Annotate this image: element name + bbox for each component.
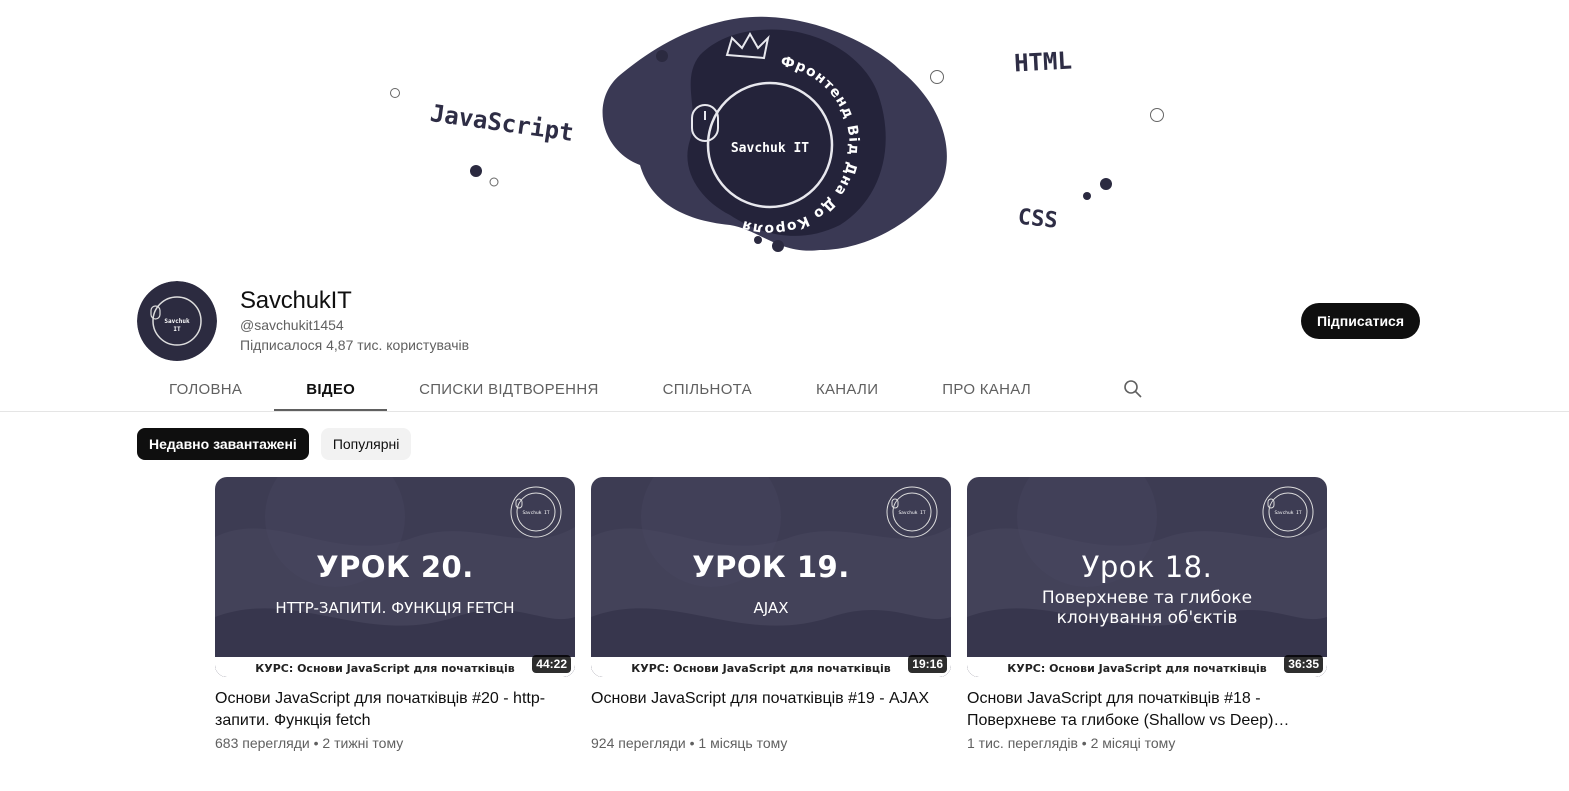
avatar-logo-icon: Savchuk IT <box>137 281 217 361</box>
video-duration: 19:16 <box>908 655 947 673</box>
video-thumbnail[interactable]: Savchuk IT УРОК 20. HTTP-ЗАПИТИ. ФУНКЦІЯ… <box>215 477 575 677</box>
thumbnail-logo-icon: Savchuk IT <box>510 486 562 538</box>
subscribe-button[interactable]: Підписатися <box>1300 303 1420 339</box>
channel-name: SavchukIT <box>240 287 352 314</box>
video-meta: 683 перегляди • 2 тижні тому <box>215 735 404 751</box>
tabs-divider <box>0 411 1569 412</box>
video-meta: 924 перегляди • 1 місяць тому <box>591 735 788 751</box>
search-icon <box>1124 380 1142 398</box>
tab-videos[interactable]: Відео <box>274 366 387 412</box>
video-title[interactable]: Основи JavaScript для початківців #20 - … <box>215 688 575 732</box>
thumbnail-title: Урок 18. <box>1081 550 1213 584</box>
thumbnail-logo-icon: Savchuk IT <box>1262 486 1314 538</box>
chip-recent[interactable]: Недавно завантажені <box>137 428 309 460</box>
video-duration: 44:22 <box>532 655 571 673</box>
video-meta: 1 тис. переглядів • 2 місяці тому <box>967 735 1176 751</box>
banner-word-html: HTML <box>1013 47 1072 78</box>
video-card: Savchuk IT УРОК 20. HTTP-ЗАПИТИ. ФУНКЦІЯ… <box>215 477 575 751</box>
thumbnail-course: КУРС: Основи JavaScript для початківців <box>1007 662 1267 675</box>
channel-header: Savchuk IT SavchukIT @savchukit1454 Підп… <box>137 281 1420 361</box>
thumbnail-course: КУРС: Основи JavaScript для початківців <box>631 662 891 675</box>
svg-text:Savchuk: Savchuk <box>164 318 190 325</box>
thumbnail-course: КУРС: Основи JavaScript для початківців <box>255 662 515 675</box>
video-card: Savchuk IT Урок 18. Поверхневе та глибок… <box>967 477 1327 751</box>
sort-chips: Недавно завантажені Популярні <box>137 428 412 460</box>
chip-popular[interactable]: Популярні <box>320 428 412 460</box>
banner-word-css: CSS <box>1017 205 1059 234</box>
svg-text:Savchuk IT: Savchuk IT <box>1274 510 1301 516</box>
channel-banner: Savchuk IT Фронтенд Від Дна До Короля Ja… <box>0 0 1569 270</box>
channel-search-button[interactable] <box>1113 366 1153 412</box>
subscriber-count: Підписалося 4,87 тис. користувачів <box>240 337 470 353</box>
video-thumbnail[interactable]: Savchuk IT Урок 18. Поверхневе та глибок… <box>967 477 1327 677</box>
video-card: Savchuk IT УРОК 19. AJAX КУРС: Основи Ja… <box>591 477 951 751</box>
thumbnail-title: УРОК 19. <box>692 550 850 584</box>
channel-avatar[interactable]: Savchuk IT <box>137 281 217 361</box>
thumbnail-subtitle: HTTP-ЗАПИТИ. ФУНКЦІЯ FETCH <box>275 599 515 617</box>
svg-text:Savchuk IT: Savchuk IT <box>522 510 549 516</box>
video-duration: 36:35 <box>1284 655 1323 673</box>
svg-text:Savchuk IT: Savchuk IT <box>898 510 925 516</box>
video-thumbnail[interactable]: Savchuk IT УРОК 19. AJAX КУРС: Основи Ja… <box>591 477 951 677</box>
thumbnail-subtitle: AJAX <box>753 599 789 617</box>
channel-handle: @savchukit1454 <box>240 317 344 333</box>
tab-channels[interactable]: Канали <box>784 366 910 412</box>
video-grid: Savchuk IT УРОК 20. HTTP-ЗАПИТИ. ФУНКЦІЯ… <box>215 477 1327 751</box>
tab-playlists[interactable]: Списки відтворення <box>387 366 631 412</box>
tab-home[interactable]: Головна <box>137 366 274 412</box>
banner-center-text: Savchuk IT <box>731 141 809 156</box>
svg-text:IT: IT <box>173 326 181 333</box>
video-title[interactable]: Основи JavaScript для початківців #18 - … <box>967 688 1327 732</box>
tab-about[interactable]: Про канал <box>910 366 1063 412</box>
video-title[interactable]: Основи JavaScript для початківців #19 - … <box>591 688 951 732</box>
tab-community[interactable]: Спільнота <box>631 366 784 412</box>
thumbnail-subtitle: Поверхневе та глибоке клонування об'єкті… <box>1041 588 1253 628</box>
thumbnail-logo-icon: Savchuk IT <box>886 486 938 538</box>
channel-tabs: Головна Відео Списки відтворення Спільно… <box>137 366 1153 412</box>
thumbnail-title: УРОК 20. <box>316 550 474 584</box>
banner-artwork: Savchuk IT Фронтенд Від Дна До Короля Ja… <box>0 0 1569 270</box>
